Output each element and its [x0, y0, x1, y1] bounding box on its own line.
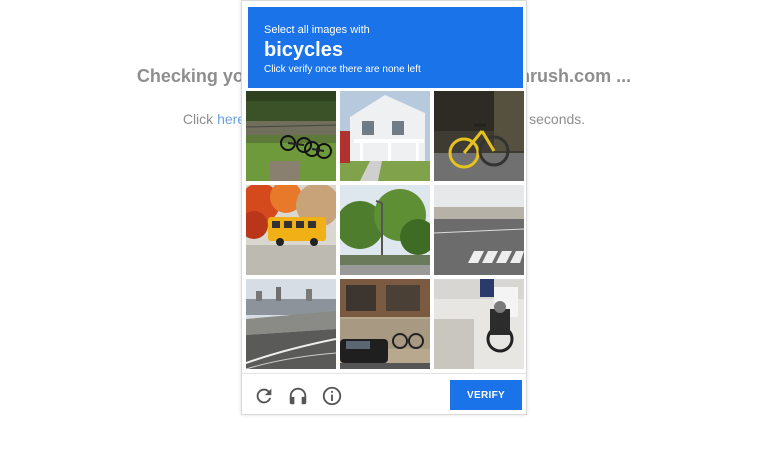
headphones-icon[interactable]	[287, 385, 309, 407]
tile-6-image	[434, 185, 524, 275]
captcha-dialog: Select all images with bicycles Click ve…	[241, 0, 527, 415]
info-icon[interactable]	[321, 385, 343, 407]
info-icon-glyph	[322, 386, 342, 406]
reload-icon[interactable]	[253, 385, 275, 407]
image-tile-7[interactable]	[246, 279, 336, 369]
image-tile-4[interactable]	[246, 185, 336, 275]
image-tile-6[interactable]	[434, 185, 524, 275]
tile-9-image	[434, 279, 524, 369]
tile-5-image	[340, 185, 430, 275]
tile-3-image	[434, 91, 524, 181]
tile-2-image	[340, 91, 430, 181]
captcha-keyword: bicycles	[264, 39, 343, 61]
tile-4-image	[246, 185, 336, 275]
image-tile-3[interactable]	[434, 91, 524, 181]
tile-8-image	[340, 279, 430, 369]
captcha-hint: Click verify once there are none left	[264, 64, 421, 75]
image-tile-5[interactable]	[340, 185, 430, 275]
reload-icon-glyph	[256, 388, 272, 404]
tile-1-image	[246, 91, 336, 181]
captcha-header: Select all images with bicycles Click ve…	[248, 7, 523, 88]
tile-7-image	[246, 279, 336, 369]
verify-button[interactable]: VERIFY	[450, 380, 522, 410]
image-tile-8[interactable]	[340, 279, 430, 369]
image-tile-2[interactable]	[340, 91, 430, 181]
redirect-prefix: Click	[182, 111, 218, 127]
captcha-instruction: Select all images with	[264, 24, 370, 36]
image-tile-9[interactable]	[434, 279, 524, 369]
captcha-footer: VERIFY	[242, 373, 526, 415]
image-grid	[246, 91, 524, 369]
headphones-icon-glyph	[289, 387, 307, 405]
image-tile-1[interactable]	[246, 91, 336, 181]
